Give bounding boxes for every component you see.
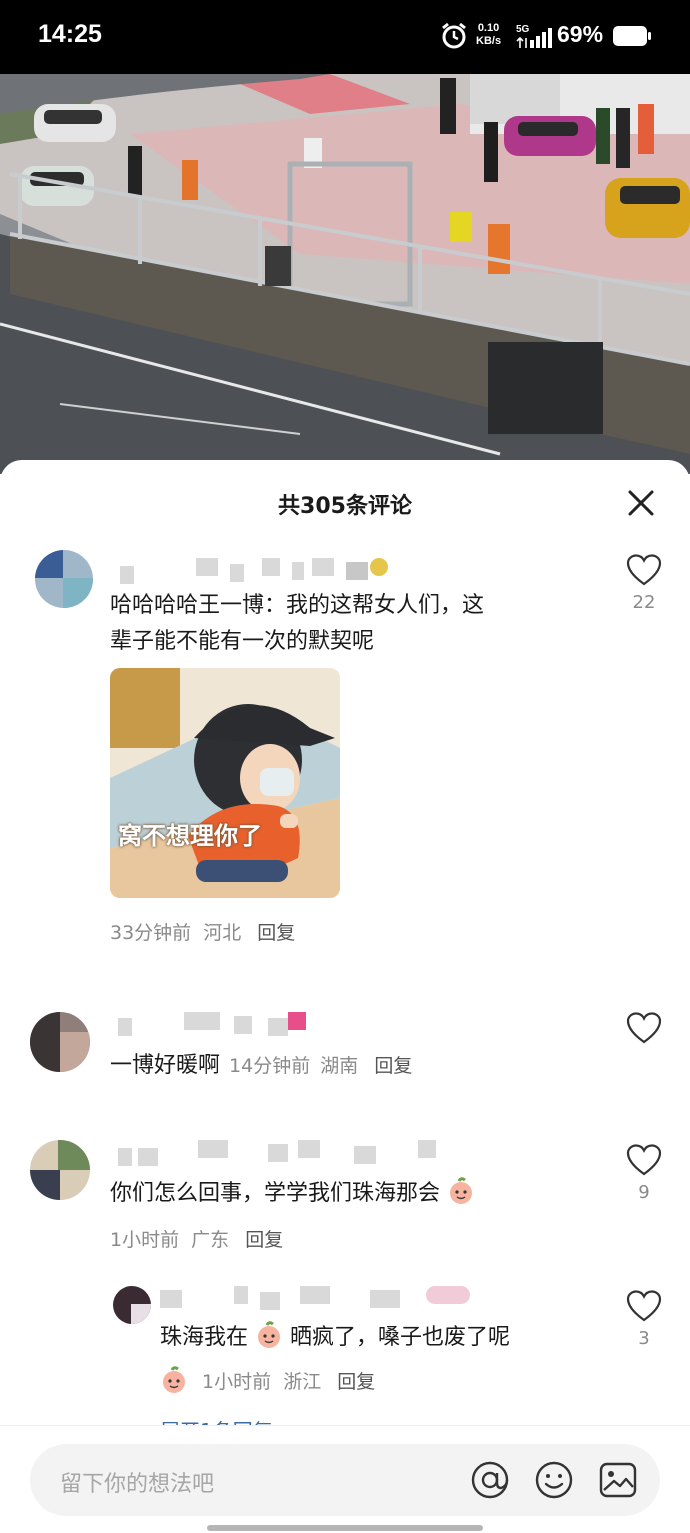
svg-text:5G: 5G xyxy=(516,24,530,35)
heart-icon xyxy=(626,1144,662,1176)
home-indicator[interactable] xyxy=(207,1525,483,1531)
battery-icon xyxy=(613,26,651,46)
comment-input-bar: 留下你的想法吧 xyxy=(0,1425,690,1533)
like-button[interactable]: 3 xyxy=(625,1290,663,1349)
peach-emoji-icon xyxy=(163,1366,185,1393)
like-count: 22 xyxy=(632,592,656,613)
status-bar: 14:25 0.10 KB/s 5G 69% xyxy=(0,0,690,74)
heart-icon xyxy=(626,1290,662,1322)
like-button[interactable]: 22 xyxy=(625,554,663,613)
username[interactable] xyxy=(112,558,392,584)
heart-icon xyxy=(626,1012,662,1044)
net-speed-value: 0.10 xyxy=(477,22,500,34)
comment-text: 你们怎么回事，学学我们珠海那会 xyxy=(110,1176,590,1212)
close-icon[interactable] xyxy=(624,486,658,520)
comment-text-line: 你们怎么回事，学学我们珠海那会 xyxy=(110,1181,441,1206)
at-icon[interactable] xyxy=(470,1460,510,1500)
comment-text-line: 辈子能不能有一次的默契呢 xyxy=(110,629,375,654)
comment-text-line: 一博好暖啊 xyxy=(110,1053,221,1078)
sticker-caption: 窝不想理你了 xyxy=(118,822,262,850)
reply-button[interactable]: 回复 xyxy=(245,1229,283,1251)
comment-location: 湖南 xyxy=(320,1055,359,1077)
comment-meta: 33分钟前 河北 回复 xyxy=(110,918,295,945)
comment-location: 广东 xyxy=(191,1229,230,1251)
net-speed: 0.10 KB/s xyxy=(476,22,501,48)
reply-text-part: 珠海我在 xyxy=(160,1325,249,1350)
peach-emoji-icon xyxy=(450,1177,473,1204)
reply-button[interactable]: 回复 xyxy=(374,1055,412,1077)
reply-text-part: 晒疯了，嗓子也废了呢 xyxy=(290,1325,511,1350)
heart-icon xyxy=(626,554,662,586)
sticker-illustration xyxy=(110,668,340,898)
username[interactable] xyxy=(160,1286,490,1310)
like-count: 3 xyxy=(638,1328,650,1349)
image-icon[interactable] xyxy=(598,1460,638,1500)
comment-time: 33分钟前 xyxy=(110,922,192,944)
comment-text: 一博好暖啊 14分钟前 湖南 回复 xyxy=(110,1048,590,1084)
avatar[interactable] xyxy=(30,1012,90,1072)
comments-count-title: 共305条评论 xyxy=(278,494,412,519)
net-speed-unit: KB/s xyxy=(476,35,502,47)
reply-meta: 1小时前 浙江 回复 xyxy=(160,1366,375,1394)
comment-time: 14分钟前 xyxy=(229,1055,311,1077)
comment-meta: 1小时前 广东 回复 xyxy=(110,1225,283,1252)
alarm-icon xyxy=(442,22,466,49)
username[interactable] xyxy=(118,1012,318,1036)
comment-location: 河北 xyxy=(203,922,242,944)
emoji-icon[interactable] xyxy=(534,1460,574,1500)
reply-text: 珠海我在 晒疯了，嗓子也废了呢 xyxy=(160,1320,600,1356)
comment-text-line: 哈哈哈哈王一博：我的这帮女人们，这 xyxy=(110,593,485,618)
comment-time: 1小时前 xyxy=(202,1371,272,1393)
comment-input-placeholder: 留下你的想法吧 xyxy=(60,1472,215,1497)
avatar[interactable] xyxy=(35,550,93,608)
signal-icon: 5G xyxy=(516,24,552,48)
status-time: 14:25 xyxy=(38,20,102,48)
comment-sticker-image[interactable]: 窝不想理你了 xyxy=(110,668,340,898)
comment-text: 哈哈哈哈王一博：我的这帮女人们，这 辈子能不能有一次的默契呢 xyxy=(110,588,590,660)
comment-time: 1小时前 xyxy=(110,1229,180,1251)
like-count: 9 xyxy=(638,1182,650,1203)
comment-meta: 14分钟前 湖南 回复 xyxy=(229,1055,412,1077)
avatar[interactable] xyxy=(30,1140,90,1200)
peach-emoji-icon xyxy=(258,1321,281,1348)
battery-percent: 69% xyxy=(557,21,604,47)
username[interactable] xyxy=(118,1140,448,1166)
reply-button[interactable]: 回复 xyxy=(257,922,295,944)
reply-button[interactable]: 回复 xyxy=(337,1371,375,1393)
avatar[interactable] xyxy=(113,1286,151,1324)
comments-sheet: 共305条评论 哈哈哈哈王一博：我的这帮女人们，这 辈子能不能有一次的默契呢 窝… xyxy=(0,460,690,1533)
video-background[interactable] xyxy=(0,74,690,474)
comment-location: 浙江 xyxy=(283,1371,322,1393)
like-button[interactable]: 9 xyxy=(625,1144,663,1203)
like-button[interactable] xyxy=(625,1012,663,1050)
comment-input[interactable]: 留下你的想法吧 xyxy=(30,1444,660,1516)
